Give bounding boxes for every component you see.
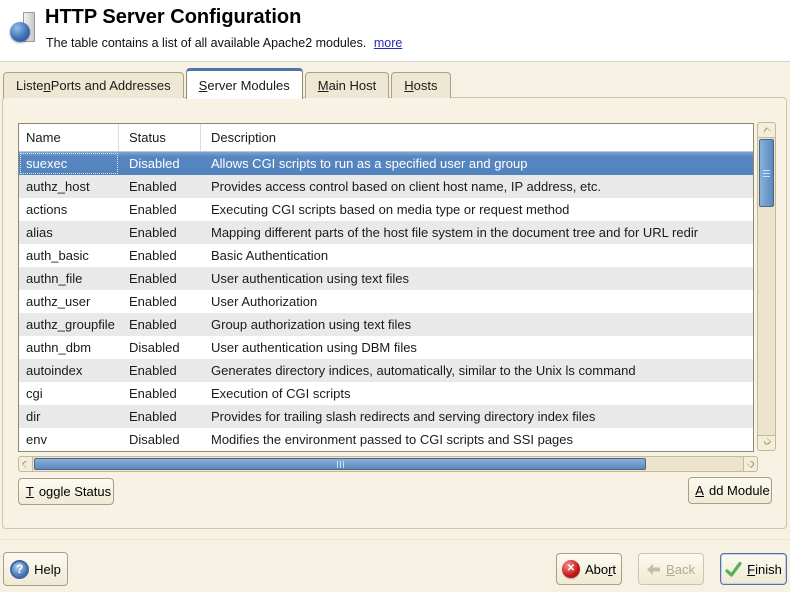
cell-name: actions	[19, 198, 119, 221]
cell-name: suexec	[19, 152, 119, 175]
page-title: HTTP Server Configuration	[45, 6, 301, 29]
cell-desc: Basic Authentication	[201, 244, 753, 267]
cell-name: authz_user	[19, 290, 119, 313]
chevron-down-icon	[762, 437, 770, 445]
more-link[interactable]: more	[374, 36, 402, 50]
cell-status: Disabled	[119, 428, 201, 451]
cell-desc: Provides access control based on client …	[201, 175, 753, 198]
table-header: Name Status Description	[19, 124, 753, 152]
http-server-icon	[10, 12, 40, 48]
page-subtitle: The table contains a list of all availab…	[46, 36, 402, 50]
scroll-right-button[interactable]	[743, 457, 757, 471]
dialog-header: HTTP Server Configuration The table cont…	[0, 0, 790, 62]
chevron-up-icon	[762, 127, 770, 135]
globe-icon	[10, 22, 30, 42]
table-row[interactable]: authz_userEnabledUser Authorization	[19, 290, 753, 313]
toggle-status-button[interactable]: Toggle Status	[18, 478, 114, 505]
tab-main-host[interactable]: Main Host	[305, 72, 390, 98]
help-button-label: Help	[34, 562, 61, 577]
tab-server-modules[interactable]: Server Modules	[186, 68, 303, 99]
help-button[interactable]: ? Help	[3, 552, 68, 586]
chevron-left-icon	[21, 460, 29, 468]
cell-name: dir	[19, 405, 119, 428]
cell-desc: User authentication using DBM files	[201, 336, 753, 359]
column-header-description[interactable]: Description	[201, 124, 753, 151]
cell-status: Enabled	[119, 244, 201, 267]
table-row[interactable]: suexecDisabledAllows CGI scripts to run …	[19, 152, 753, 175]
cell-status: Enabled	[119, 405, 201, 428]
cell-desc: Provides for trailing slash redirects an…	[201, 405, 753, 428]
footer-divider	[0, 539, 790, 540]
cell-desc: Allows CGI scripts to run as a specified…	[201, 152, 753, 175]
cell-desc: Generates directory indices, automatical…	[201, 359, 753, 382]
help-question-icon: ?	[10, 560, 29, 579]
cell-name: authz_groupfile	[19, 313, 119, 336]
table-row[interactable]: authz_hostEnabledProvides access control…	[19, 175, 753, 198]
table-row[interactable]: authn_dbmDisabledUser authentication usi…	[19, 336, 753, 359]
finish-button[interactable]: Finish	[720, 553, 787, 585]
cell-desc: Mapping different parts of the host file…	[201, 221, 753, 244]
cell-status: Disabled	[119, 336, 201, 359]
table-row[interactable]: actionsEnabledExecuting CGI scripts base…	[19, 198, 753, 221]
cell-desc: User Authorization	[201, 290, 753, 313]
back-button: Back	[638, 553, 704, 585]
add-module-button[interactable]: Add Module	[688, 477, 772, 504]
cell-desc: Execution of CGI scripts	[201, 382, 753, 405]
cell-desc: Executing CGI scripts based on media typ…	[201, 198, 753, 221]
tab-bar: Listen Ports and Addresses Server Module…	[3, 68, 453, 98]
table-row[interactable]: autoindexEnabledGenerates directory indi…	[19, 359, 753, 382]
cell-status: Enabled	[119, 313, 201, 336]
cell-desc: Group authorization using text files	[201, 313, 753, 336]
cell-name: cgi	[19, 382, 119, 405]
chevron-right-icon	[746, 460, 754, 468]
scroll-left-button[interactable]	[19, 457, 33, 471]
column-header-status[interactable]: Status	[119, 124, 201, 151]
table-body: suexecDisabledAllows CGI scripts to run …	[19, 152, 753, 451]
table-row[interactable]: cgiEnabledExecution of CGI scripts	[19, 382, 753, 405]
cell-name: authz_host	[19, 175, 119, 198]
finish-check-icon	[725, 562, 742, 577]
cell-status: Enabled	[119, 198, 201, 221]
cell-name: authn_dbm	[19, 336, 119, 359]
cell-desc: User authentication using text files	[201, 267, 753, 290]
abort-button-label: Abort	[585, 562, 616, 577]
table-row[interactable]: auth_basicEnabledBasic Authentication	[19, 244, 753, 267]
tab-listen-ports-and-addresses[interactable]: Listen Ports and Addresses	[3, 72, 184, 98]
scroll-up-button[interactable]	[758, 123, 775, 138]
cell-status: Enabled	[119, 221, 201, 244]
cell-status: Enabled	[119, 382, 201, 405]
abort-button[interactable]: ✕ Abort	[556, 553, 622, 585]
cell-status: Enabled	[119, 359, 201, 382]
modules-table: Name Status Description suexecDisabledAl…	[18, 123, 754, 452]
column-header-name[interactable]: Name	[19, 124, 119, 151]
table-row[interactable]: aliasEnabledMapping different parts of t…	[19, 221, 753, 244]
tab-hosts[interactable]: Hosts	[391, 72, 450, 98]
cell-status: Enabled	[119, 267, 201, 290]
back-button-label: Back	[666, 562, 695, 577]
cell-status: Disabled	[119, 152, 201, 175]
cell-name: alias	[19, 221, 119, 244]
horizontal-scrollbar[interactable]	[18, 456, 758, 472]
table-row[interactable]: dirEnabledProvides for trailing slash re…	[19, 405, 753, 428]
finish-button-label: Finish	[747, 562, 782, 577]
cell-status: Enabled	[119, 175, 201, 198]
cell-name: env	[19, 428, 119, 451]
back-arrow-icon	[647, 564, 661, 575]
cell-name: auth_basic	[19, 244, 119, 267]
vertical-scrollbar-thumb[interactable]	[759, 139, 774, 207]
cell-name: autoindex	[19, 359, 119, 382]
vertical-scrollbar[interactable]	[757, 122, 776, 451]
table-row[interactable]: authz_groupfileEnabledGroup authorizatio…	[19, 313, 753, 336]
cell-status: Enabled	[119, 290, 201, 313]
table-row[interactable]: authn_fileEnabledUser authentication usi…	[19, 267, 753, 290]
abort-stop-icon: ✕	[562, 560, 580, 578]
cell-desc: Modifies the environment passed to CGI s…	[201, 428, 753, 451]
table-row[interactable]: envDisabledModifies the environment pass…	[19, 428, 753, 451]
scroll-down-button[interactable]	[758, 435, 775, 450]
subtitle-text: The table contains a list of all availab…	[46, 36, 366, 50]
horizontal-scrollbar-thumb[interactable]	[34, 458, 646, 470]
cell-name: authn_file	[19, 267, 119, 290]
